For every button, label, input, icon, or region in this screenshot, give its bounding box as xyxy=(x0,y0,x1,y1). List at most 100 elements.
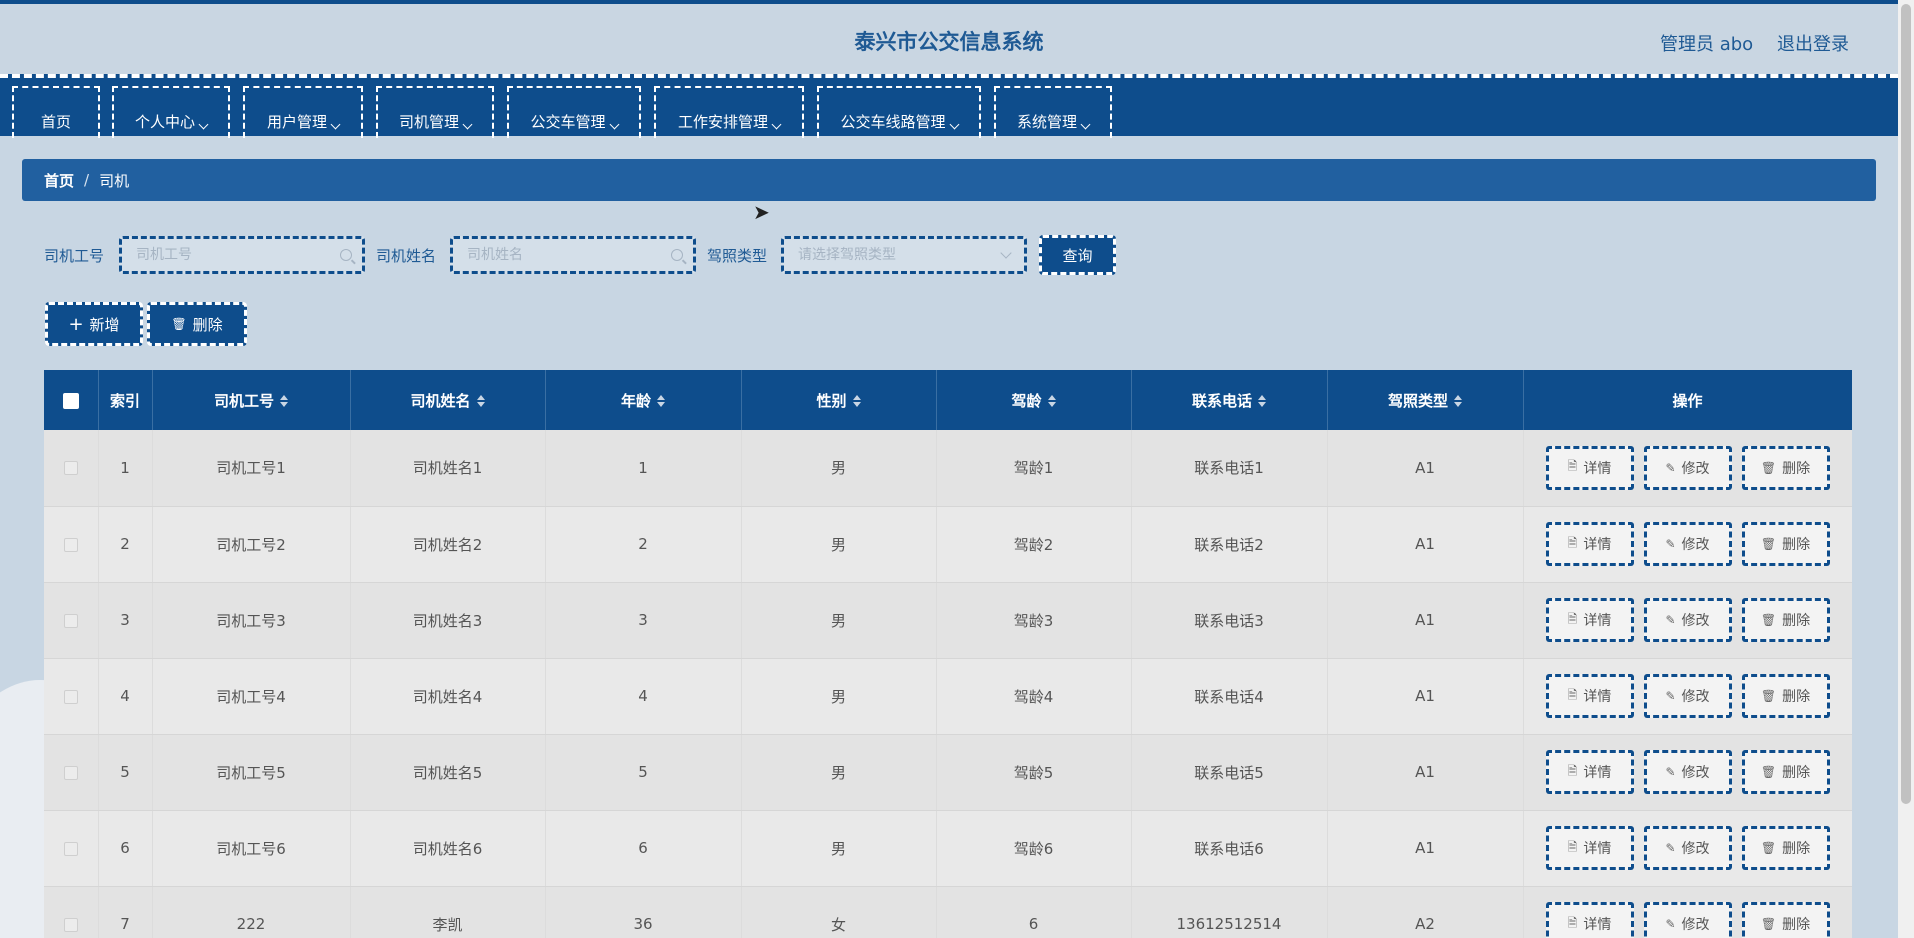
table-row: 2 司机工号2 司机姓名2 2 男驾龄2 联系电话2 A1 🗎 详情 ✎ 修改 🗑 删除 xyxy=(44,506,1852,583)
cell-age: 5 xyxy=(545,734,742,811)
chevron-down-icon xyxy=(1080,119,1091,130)
document-icon: 🗎 xyxy=(1567,839,1578,854)
edit-button[interactable]: ✎ 修改 xyxy=(1643,445,1732,490)
edit-button[interactable]: ✎ 修改 xyxy=(1643,522,1732,566)
delete-button[interactable]: 🗑 删除 xyxy=(1741,598,1830,642)
cell-index: 2 xyxy=(98,506,153,583)
cell-driving-years: 驾龄6 xyxy=(936,810,1132,887)
cell-driver-name: 司机姓名1 xyxy=(350,430,546,507)
column-header-driver-name[interactable]: 司机姓名 xyxy=(350,370,546,430)
cell-index: 1 xyxy=(98,430,153,507)
column-header-gender[interactable]: 性别 xyxy=(741,370,937,430)
row-checkbox[interactable] xyxy=(63,765,78,780)
edit-button[interactable]: ✎ 修改 xyxy=(1643,826,1732,870)
row-checkbox[interactable] xyxy=(63,689,78,704)
column-header-driving-years[interactable]: 驾龄 xyxy=(936,370,1132,430)
column-header-driver-id[interactable]: 司机工号 xyxy=(152,370,351,430)
driver-table: 索引 司机工号 司机姓名 年龄 性别 驾龄 联系电话 驾照类型 操作 1 司机工号… xyxy=(44,370,1852,938)
column-header-phone[interactable]: 联系电话 xyxy=(1131,370,1328,430)
column-header-license-type[interactable]: 驾照类型 xyxy=(1327,370,1524,430)
cell-driving-years: 驾龄1 xyxy=(936,430,1132,507)
pencil-icon: ✎ xyxy=(1665,460,1676,475)
column-header-age[interactable]: 年龄 xyxy=(545,370,742,430)
detail-button[interactable]: 🗎 详情 xyxy=(1545,902,1634,938)
edit-button[interactable]: ✎ 修改 xyxy=(1643,902,1732,938)
edit-button[interactable]: ✎ 修改 xyxy=(1643,750,1732,794)
delete-button[interactable]: 🗑 删除 xyxy=(1741,826,1830,870)
sort-icon[interactable] xyxy=(1047,395,1056,407)
nav-item-bus-route[interactable]: 公交车线路管理 xyxy=(817,86,981,138)
cell-driving-years: 驾龄3 xyxy=(936,582,1132,659)
cell-index: 5 xyxy=(98,734,153,811)
delete-button[interactable]: 🗑 删除 xyxy=(1741,750,1830,794)
cell-driver-name: 司机姓名2 xyxy=(350,506,546,583)
delete-button[interactable]: 🗑 删除 xyxy=(1741,674,1830,718)
query-button[interactable]: 查询 xyxy=(1039,235,1116,275)
license-type-select[interactable] xyxy=(781,236,1027,274)
document-icon: 🗎 xyxy=(1567,763,1578,778)
bulk-delete-button[interactable]: 🗑 删除 xyxy=(147,302,247,346)
delete-button[interactable]: 🗑 删除 xyxy=(1741,902,1830,938)
cell-index: 4 xyxy=(98,658,153,735)
sort-icon[interactable] xyxy=(280,395,288,407)
pencil-icon: ✎ xyxy=(1665,689,1676,703)
breadcrumb-home[interactable]: 首页 xyxy=(44,170,74,191)
nav-item-bus-management[interactable]: 公交车管理 xyxy=(507,86,641,138)
chevron-down-icon xyxy=(609,119,619,130)
trash-icon: 🗑 xyxy=(171,317,187,331)
sort-icon[interactable] xyxy=(657,395,665,407)
cell-gender: 男 xyxy=(741,582,937,659)
nav-item-home[interactable]: 首页 xyxy=(12,86,100,138)
driver-id-input[interactable] xyxy=(122,239,362,271)
nav-item-system-management[interactable]: 系统管理 xyxy=(994,86,1112,138)
add-button[interactable]: + 新增 xyxy=(45,302,143,346)
row-checkbox[interactable] xyxy=(63,613,78,628)
cell-phone: 联系电话4 xyxy=(1131,658,1328,735)
row-checkbox[interactable] xyxy=(63,841,78,856)
row-actions: 🗎 详情 ✎ 修改 🗑 删除 xyxy=(1523,506,1852,583)
cell-driver-name: 司机姓名3 xyxy=(350,582,546,659)
trash-icon: 🗑 xyxy=(1760,765,1777,779)
row-checkbox[interactable] xyxy=(63,461,78,476)
detail-button[interactable]: 🗎 详情 xyxy=(1545,445,1634,490)
driver-name-input[interactable] xyxy=(453,239,693,271)
chevron-down-icon xyxy=(949,119,959,130)
edit-button[interactable]: ✎ 修改 xyxy=(1643,598,1732,642)
cell-gender: 男 xyxy=(741,734,937,811)
chevron-down-icon xyxy=(198,119,209,130)
row-checkbox-cell xyxy=(44,430,99,507)
edit-button[interactable]: ✎ 修改 xyxy=(1643,674,1732,718)
cell-driver-id: 司机工号6 xyxy=(152,810,351,887)
sort-icon[interactable] xyxy=(476,395,485,407)
detail-button[interactable]: 🗎 详情 xyxy=(1545,522,1634,566)
detail-button[interactable]: 🗎 详情 xyxy=(1545,674,1634,718)
license-type-select-input[interactable] xyxy=(784,239,1024,271)
pencil-icon: ✎ xyxy=(1665,841,1676,855)
trash-icon: 🗑 xyxy=(1760,841,1777,855)
chevron-down-icon xyxy=(771,119,782,130)
detail-button[interactable]: 🗎 详情 xyxy=(1545,598,1634,642)
detail-button[interactable]: 🗎 详情 xyxy=(1545,750,1634,794)
detail-button[interactable]: 🗎 详情 xyxy=(1545,826,1634,870)
cell-phone: 联系电话3 xyxy=(1131,582,1328,659)
page-scrollbar[interactable] xyxy=(1898,0,1914,938)
sort-icon[interactable] xyxy=(1454,395,1462,407)
nav-item-personal-center[interactable]: 个人中心 xyxy=(112,86,230,138)
cell-driver-id: 司机工号5 xyxy=(152,734,351,811)
scrollbar-thumb[interactable] xyxy=(1901,4,1911,804)
sort-icon[interactable] xyxy=(1258,395,1266,407)
nav-item-user-management[interactable]: 用户管理 xyxy=(243,86,363,138)
row-checkbox[interactable] xyxy=(63,917,78,932)
select-all-checkbox[interactable] xyxy=(44,370,99,430)
nav-item-work-schedule[interactable]: 工作安排管理 xyxy=(654,86,804,138)
delete-button[interactable]: 🗑 删除 xyxy=(1741,445,1830,490)
delete-button[interactable]: 🗑 删除 xyxy=(1741,522,1830,566)
row-actions: 🗎 详情 ✎ 修改 🗑 删除 xyxy=(1523,658,1852,735)
sort-icon[interactable] xyxy=(852,395,861,407)
row-checkbox[interactable] xyxy=(63,537,78,552)
pencil-icon: ✎ xyxy=(1665,765,1676,779)
logout-link[interactable]: 退出登录 xyxy=(1777,30,1849,56)
cell-driving-years: 6 xyxy=(936,886,1132,938)
nav-item-driver-management[interactable]: 司机管理 xyxy=(376,86,494,138)
cell-age: 36 xyxy=(545,886,742,938)
